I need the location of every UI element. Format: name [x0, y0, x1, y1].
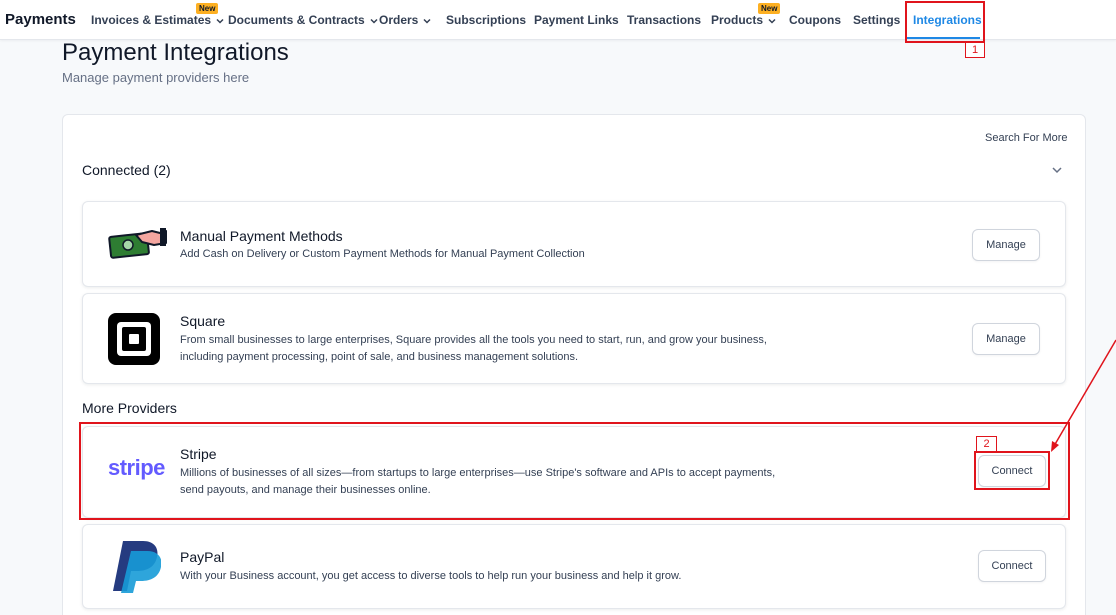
- nav-transactions[interactable]: Transactions: [627, 13, 701, 27]
- provider-name: Square: [180, 313, 226, 329]
- nav-label: Invoices & Estimates: [91, 13, 212, 27]
- annotation-box-connect-button: [974, 451, 1050, 490]
- provider-name: PayPal: [180, 549, 225, 565]
- square-logo-icon: [108, 313, 160, 365]
- nav-documents-contracts[interactable]: Documents & Contracts: [228, 13, 378, 27]
- chevron-down-icon: [768, 18, 776, 24]
- provider-description: Add Cash on Delivery or Custom Payment M…: [180, 248, 585, 260]
- new-badge: New: [758, 3, 781, 14]
- nav-label: Products: [711, 13, 764, 27]
- annotation-box-integrations: [905, 1, 985, 43]
- new-badge: New: [196, 3, 219, 14]
- annotation-box-stripe-row: [79, 422, 1070, 520]
- annotation-number: 2: [976, 436, 997, 452]
- paypal-connect-button[interactable]: Connect: [978, 550, 1046, 582]
- chevron-down-icon: [216, 18, 224, 24]
- provider-manual-payment-methods: Manual Payment Methods Add Cash on Deliv…: [82, 201, 1066, 287]
- provider-square: Square From small businesses to large en…: [82, 293, 1066, 384]
- nav-orders[interactable]: Orders: [379, 13, 431, 27]
- annotation-number: 1: [965, 42, 985, 58]
- manage-button[interactable]: Manage: [972, 229, 1040, 261]
- nav-settings[interactable]: Settings: [853, 13, 900, 27]
- provider-name: Manual Payment Methods: [180, 228, 343, 244]
- connected-section-title: Connected (2): [82, 162, 171, 178]
- page-title: Payment Integrations: [62, 39, 289, 66]
- nav-payment-links[interactable]: Payment Links: [534, 13, 619, 27]
- nav-coupons[interactable]: Coupons: [789, 13, 841, 27]
- provider-description: With your Business account, you get acce…: [180, 570, 682, 582]
- more-providers-section-title: More Providers: [82, 400, 177, 416]
- chevron-down-icon[interactable]: [1051, 165, 1063, 175]
- provider-paypal: PayPal With your Business account, you g…: [82, 524, 1066, 609]
- nav-products[interactable]: Products: [711, 13, 776, 27]
- manage-button[interactable]: Manage: [972, 323, 1040, 355]
- nav-subscriptions[interactable]: Subscriptions: [446, 13, 526, 27]
- search-for-more-link[interactable]: Search For More: [985, 132, 1068, 144]
- provider-description: From small businesses to large enterpris…: [180, 334, 767, 363]
- chevron-down-icon: [423, 18, 431, 24]
- page-subtitle: Manage payment providers here: [62, 70, 250, 85]
- cash-hand-icon: [108, 228, 167, 259]
- nav-label: Orders: [379, 13, 419, 27]
- chevron-down-icon: [370, 18, 378, 24]
- paypal-logo-icon: [113, 541, 161, 593]
- app-title: Payments: [5, 11, 76, 28]
- nav-invoices-estimates[interactable]: Invoices & Estimates: [91, 13, 224, 27]
- nav-label: Documents & Contracts: [228, 13, 365, 27]
